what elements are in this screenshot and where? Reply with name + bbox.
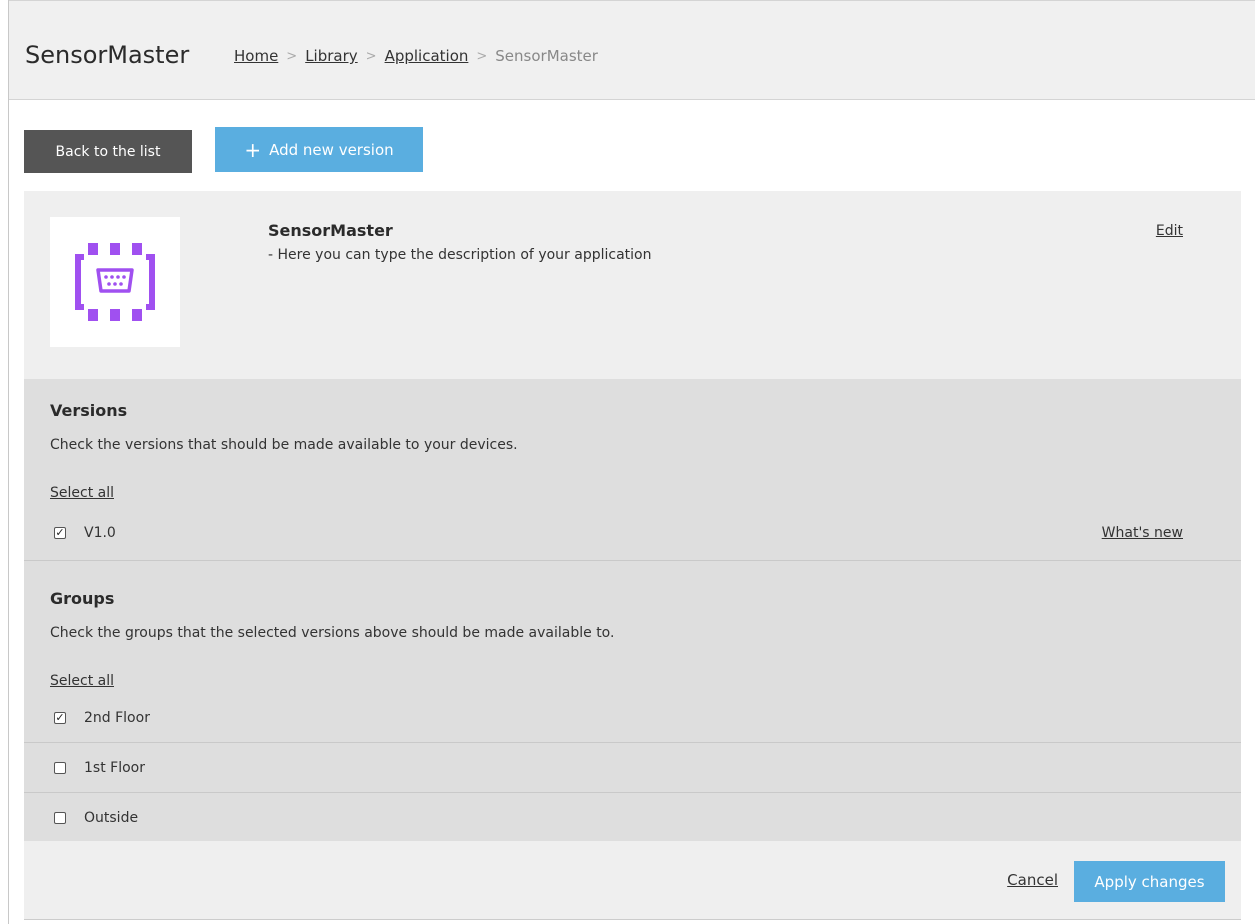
check-icon: ✓ <box>55 710 65 724</box>
group-row[interactable]: Outside <box>24 793 1241 842</box>
app-description: - Here you can type the description of y… <box>268 247 652 263</box>
page-frame: SensorMaster Home > Library > Applicatio… <box>8 0 1255 924</box>
group-label: 2nd Floor <box>84 709 150 726</box>
versions-title: Versions <box>50 401 128 420</box>
breadcrumb-library-link[interactable]: Library <box>305 47 357 65</box>
breadcrumb-separator: > <box>476 48 488 64</box>
app-logo <box>50 217 180 347</box>
add-new-version-button[interactable]: + Add new version <box>215 127 423 172</box>
whats-new-link[interactable]: What's new <box>1102 525 1183 541</box>
form-footer: Cancel Apply changes <box>24 841 1241 919</box>
app-name: SensorMaster <box>268 221 393 240</box>
footer-divider <box>24 919 1241 920</box>
breadcrumb: Home > Library > Application > SensorMas… <box>234 47 598 65</box>
add-new-version-label: Add new version <box>269 140 394 159</box>
page-header: SensorMaster Home > Library > Applicatio… <box>9 0 1255 100</box>
settings-panel: Versions Check the versions that should … <box>24 379 1241 841</box>
group-row[interactable]: ✓ 2nd Floor <box>24 693 1241 742</box>
breadcrumb-separator: > <box>286 48 298 64</box>
group-label: 1st Floor <box>84 759 145 776</box>
groups-description: Check the groups that the selected versi… <box>50 625 615 641</box>
group-checkbox[interactable]: ✓ <box>54 710 66 724</box>
breadcrumb-application-link[interactable]: Application <box>385 47 469 65</box>
chip-connector-icon <box>75 243 155 321</box>
app-info-panel: SensorMaster - Here you can type the des… <box>24 191 1241 379</box>
group-checkbox[interactable] <box>54 761 66 774</box>
check-icon: ✓ <box>55 525 65 539</box>
apply-changes-button[interactable]: Apply changes <box>1074 861 1225 902</box>
version-row[interactable]: ✓ V1.0 What's new <box>24 508 1241 557</box>
version-checkbox[interactable]: ✓ <box>54 525 66 539</box>
plus-icon: + <box>244 137 262 162</box>
groups-select-all-link[interactable]: Select all <box>50 673 114 689</box>
edit-link[interactable]: Edit <box>1156 223 1183 239</box>
section-divider <box>24 560 1241 561</box>
versions-description: Check the versions that should be made a… <box>50 437 518 453</box>
breadcrumb-home-link[interactable]: Home <box>234 47 278 65</box>
version-label: V1.0 <box>84 524 116 541</box>
back-to-list-button[interactable]: Back to the list <box>24 130 192 173</box>
versions-select-all-link[interactable]: Select all <box>50 485 114 501</box>
breadcrumb-separator: > <box>365 48 377 64</box>
cancel-link[interactable]: Cancel <box>1007 871 1058 889</box>
group-label: Outside <box>84 809 139 826</box>
group-row[interactable]: 1st Floor <box>24 743 1241 792</box>
group-checkbox[interactable] <box>54 811 66 824</box>
groups-title: Groups <box>50 589 115 608</box>
page-title: SensorMaster <box>25 41 190 69</box>
breadcrumb-current: SensorMaster <box>495 47 598 65</box>
